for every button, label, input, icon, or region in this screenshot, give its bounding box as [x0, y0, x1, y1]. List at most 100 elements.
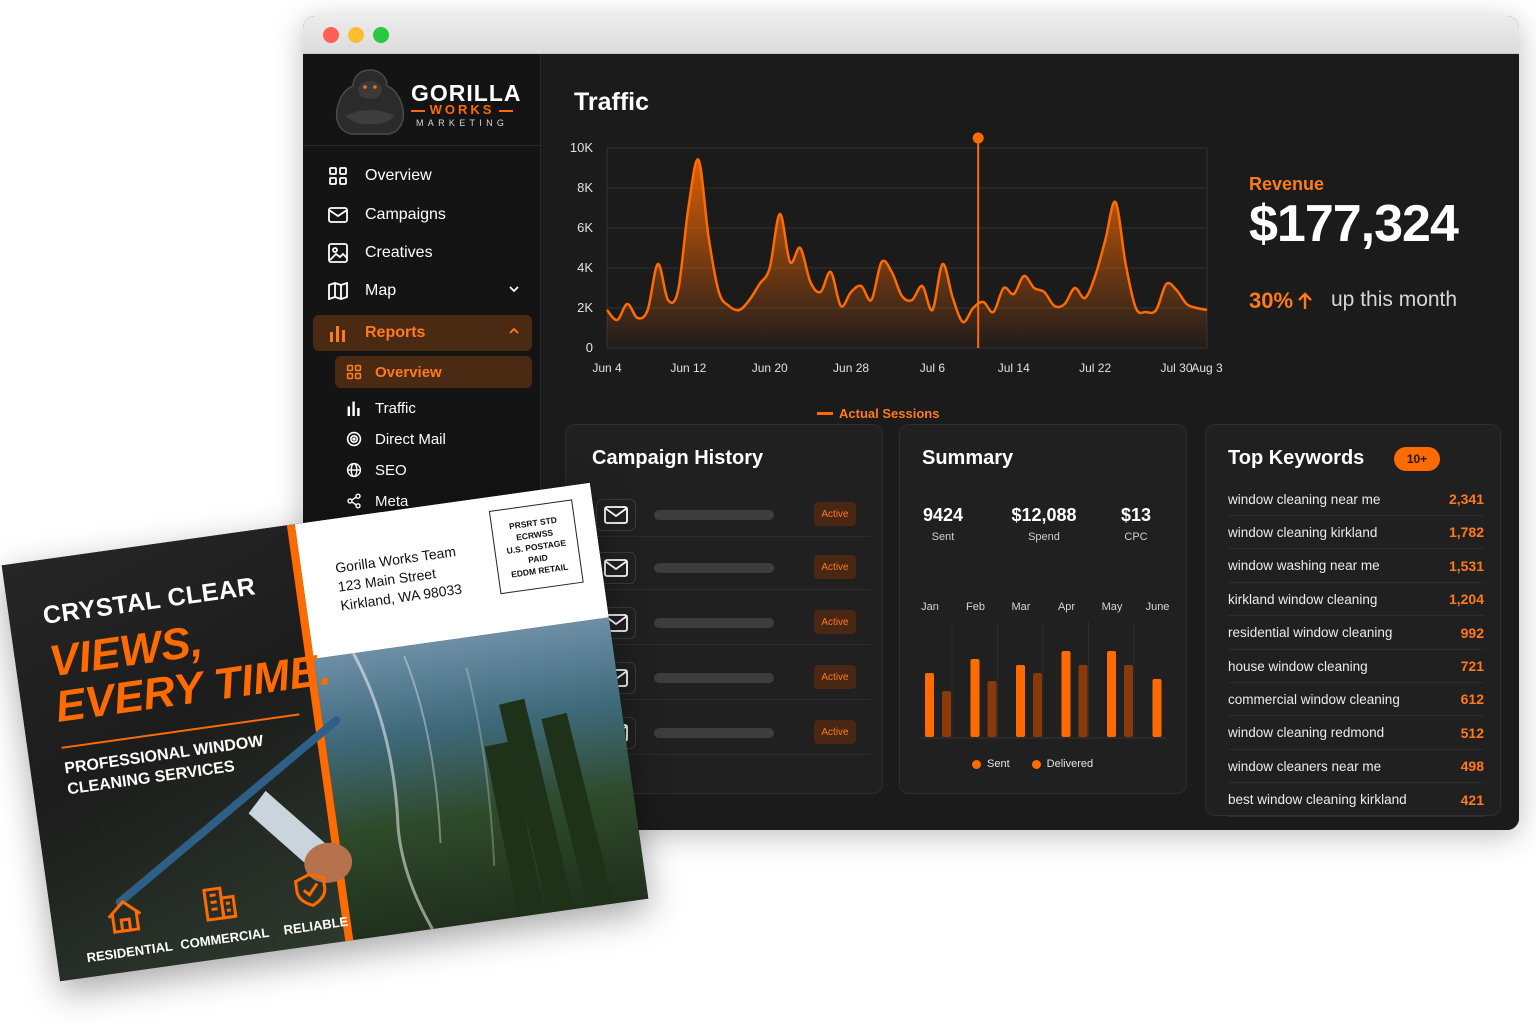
campaign-row[interactable]: Active: [592, 546, 870, 590]
sidebar-item-label: Reports: [365, 324, 426, 341]
bar-chart-icon: [345, 399, 363, 417]
summary-card: Summary 9424 Sent $12,088 Spend $13 CPC …: [899, 424, 1187, 794]
legend-label: Actual Sessions: [839, 406, 940, 421]
keyword-count: 512: [1460, 724, 1484, 741]
sidebar-item-overview[interactable]: Overview: [313, 158, 532, 194]
keyword-row[interactable]: commercial window cleaning 612: [1228, 683, 1484, 717]
x-tick-label: Jul 6: [920, 361, 946, 375]
keyword-row[interactable]: best window cleaning kirkland 421: [1228, 784, 1484, 817]
sidebar-subitem-seo[interactable]: SEO: [335, 454, 532, 486]
campaign-row[interactable]: Active: [592, 711, 870, 755]
legend-label: Delivered: [1046, 758, 1094, 770]
bar-sent[interactable]: [925, 673, 934, 737]
stat-label: Sent: [931, 531, 955, 543]
keyword-row[interactable]: window washing near me 1,531: [1228, 550, 1484, 583]
sidebar-item-label: Campaigns: [365, 206, 446, 223]
keyword-row[interactable]: house window cleaning 721: [1228, 650, 1484, 683]
bar-sent[interactable]: [970, 659, 980, 737]
keyword-term: house window cleaning: [1228, 658, 1368, 674]
bar-delivered[interactable]: [1124, 665, 1133, 737]
keyword-count: 498: [1460, 758, 1484, 775]
keyword-count: 721: [1460, 658, 1484, 674]
bar-delivered[interactable]: [942, 691, 951, 737]
status-badge: Active: [814, 665, 856, 689]
sidebar-subitem-overview[interactable]: Overview: [335, 356, 532, 388]
stat-value: $12,088: [1011, 505, 1077, 525]
bar-delivered[interactable]: [1033, 673, 1042, 737]
y-tick-label: 0: [586, 340, 593, 355]
y-tick-label: 2K: [577, 300, 593, 315]
x-tick-label: Aug 3: [1191, 361, 1223, 375]
close-window-button[interactable]: [323, 27, 339, 43]
bar-sent[interactable]: [1152, 679, 1162, 737]
hover-marker-dot[interactable]: [972, 132, 984, 144]
keyword-term: window cleaning near me: [1228, 491, 1381, 507]
chevron-up-icon[interactable]: [508, 325, 520, 337]
traffic-title: Traffic: [574, 88, 650, 116]
share-icon: [345, 492, 363, 510]
keyword-term: window cleaners near me: [1228, 758, 1382, 774]
summary-bar-chart[interactable]: [920, 621, 1170, 751]
bar-sent[interactable]: [1061, 651, 1071, 737]
status-badge: Active: [814, 720, 856, 744]
keyword-count-badge[interactable]: 10+: [1394, 447, 1440, 471]
keyword-count: 1,782: [1448, 524, 1484, 541]
month-label: Jan: [921, 601, 939, 613]
y-tick-label: 4K: [577, 260, 593, 275]
sidebar-item-reports[interactable]: Reports: [313, 315, 532, 351]
campaign-row[interactable]: Active: [592, 493, 870, 537]
sidebar-subitem-direct-mail[interactable]: Direct Mail: [335, 423, 532, 455]
target-icon: [345, 430, 363, 448]
keyword-row[interactable]: residential window cleaning 992: [1228, 617, 1484, 650]
spray-image: [352, 652, 614, 930]
title-bar: [303, 16, 1519, 54]
keyword-row[interactable]: window cleaning redmond 512: [1228, 717, 1484, 750]
campaign-row[interactable]: Active: [592, 601, 870, 645]
direct-mail-postcard: CRYSTAL CLEAR VIEWS, EVERY TIME. PROFESS…: [1, 482, 649, 982]
bar-delivered[interactable]: [987, 681, 997, 737]
bar-delivered[interactable]: [1078, 665, 1088, 737]
month-label: Feb: [966, 601, 985, 613]
month-label: Mar: [1011, 601, 1031, 613]
feature-residential: RESIDENTIAL: [78, 892, 176, 966]
postage-indicia: PRSRT STD ECRWSS U.S. POSTAGE PAID EDDM …: [488, 499, 584, 595]
map-icon: [325, 281, 351, 301]
legend-dot: [972, 759, 981, 769]
legend-swatch: [817, 412, 833, 415]
sidebar-subitem-traffic[interactable]: Traffic: [335, 392, 532, 424]
sidebar-item-campaigns[interactable]: Campaigns: [313, 197, 532, 233]
sidebar-subitem-label: Direct Mail: [375, 430, 446, 448]
sidebar-item-map[interactable]: Map: [313, 273, 532, 309]
traffic-chart[interactable]: 0 2K 4K 6K 8K 10K Jun 4 Jun 12 Jun 20 Jun 28 Jul 6…: [541, 124, 1241, 404]
status-badge: Active: [814, 610, 856, 634]
maximize-window-button[interactable]: [373, 27, 389, 43]
y-tick-label: 6K: [577, 220, 593, 235]
brand-logo[interactable]: GORILLA WORKS MARKETING: [303, 54, 541, 146]
keyword-count: 1,204: [1448, 591, 1484, 608]
legend-dot: [1031, 759, 1041, 769]
keyword-row[interactable]: window cleaners near me 498: [1228, 750, 1484, 784]
campaign-name-placeholder: [654, 673, 774, 683]
keyword-row[interactable]: window cleaning near me 2,341: [1228, 483, 1484, 516]
keyword-row[interactable]: window cleaning kirkland 1,782: [1228, 516, 1484, 550]
bar-chart-icon: [325, 323, 351, 343]
keyword-term: window cleaning kirkland: [1228, 524, 1378, 540]
chart-legend[interactable]: Actual Sessions: [817, 406, 939, 421]
campaign-row[interactable]: Active: [592, 656, 870, 700]
top-keywords-card: Top Keywords 10+ window cleaning near me…: [1205, 424, 1501, 817]
bar-sent[interactable]: [1016, 665, 1025, 737]
month-labels: Jan Feb Mar Apr May June: [920, 601, 1169, 615]
month-label: June: [1145, 601, 1170, 613]
sidebar-subitem-label: SEO: [375, 461, 407, 479]
sidebar-item-label: Overview: [365, 167, 432, 184]
bar-sent[interactable]: [1107, 651, 1116, 737]
minimize-window-button[interactable]: [348, 27, 364, 43]
chevron-down-icon[interactable]: [508, 283, 520, 295]
month-label: May: [1101, 601, 1123, 613]
revenue-change-pct: 30%: [1249, 288, 1294, 313]
campaign-name-placeholder: [654, 563, 774, 573]
sidebar-item-creatives[interactable]: Creatives: [313, 235, 532, 271]
x-tick-label: Jun 28: [833, 361, 869, 375]
keyword-row[interactable]: kirkland window cleaning 1,204: [1228, 583, 1484, 617]
keyword-term: best window cleaning kirkland: [1228, 792, 1407, 808]
